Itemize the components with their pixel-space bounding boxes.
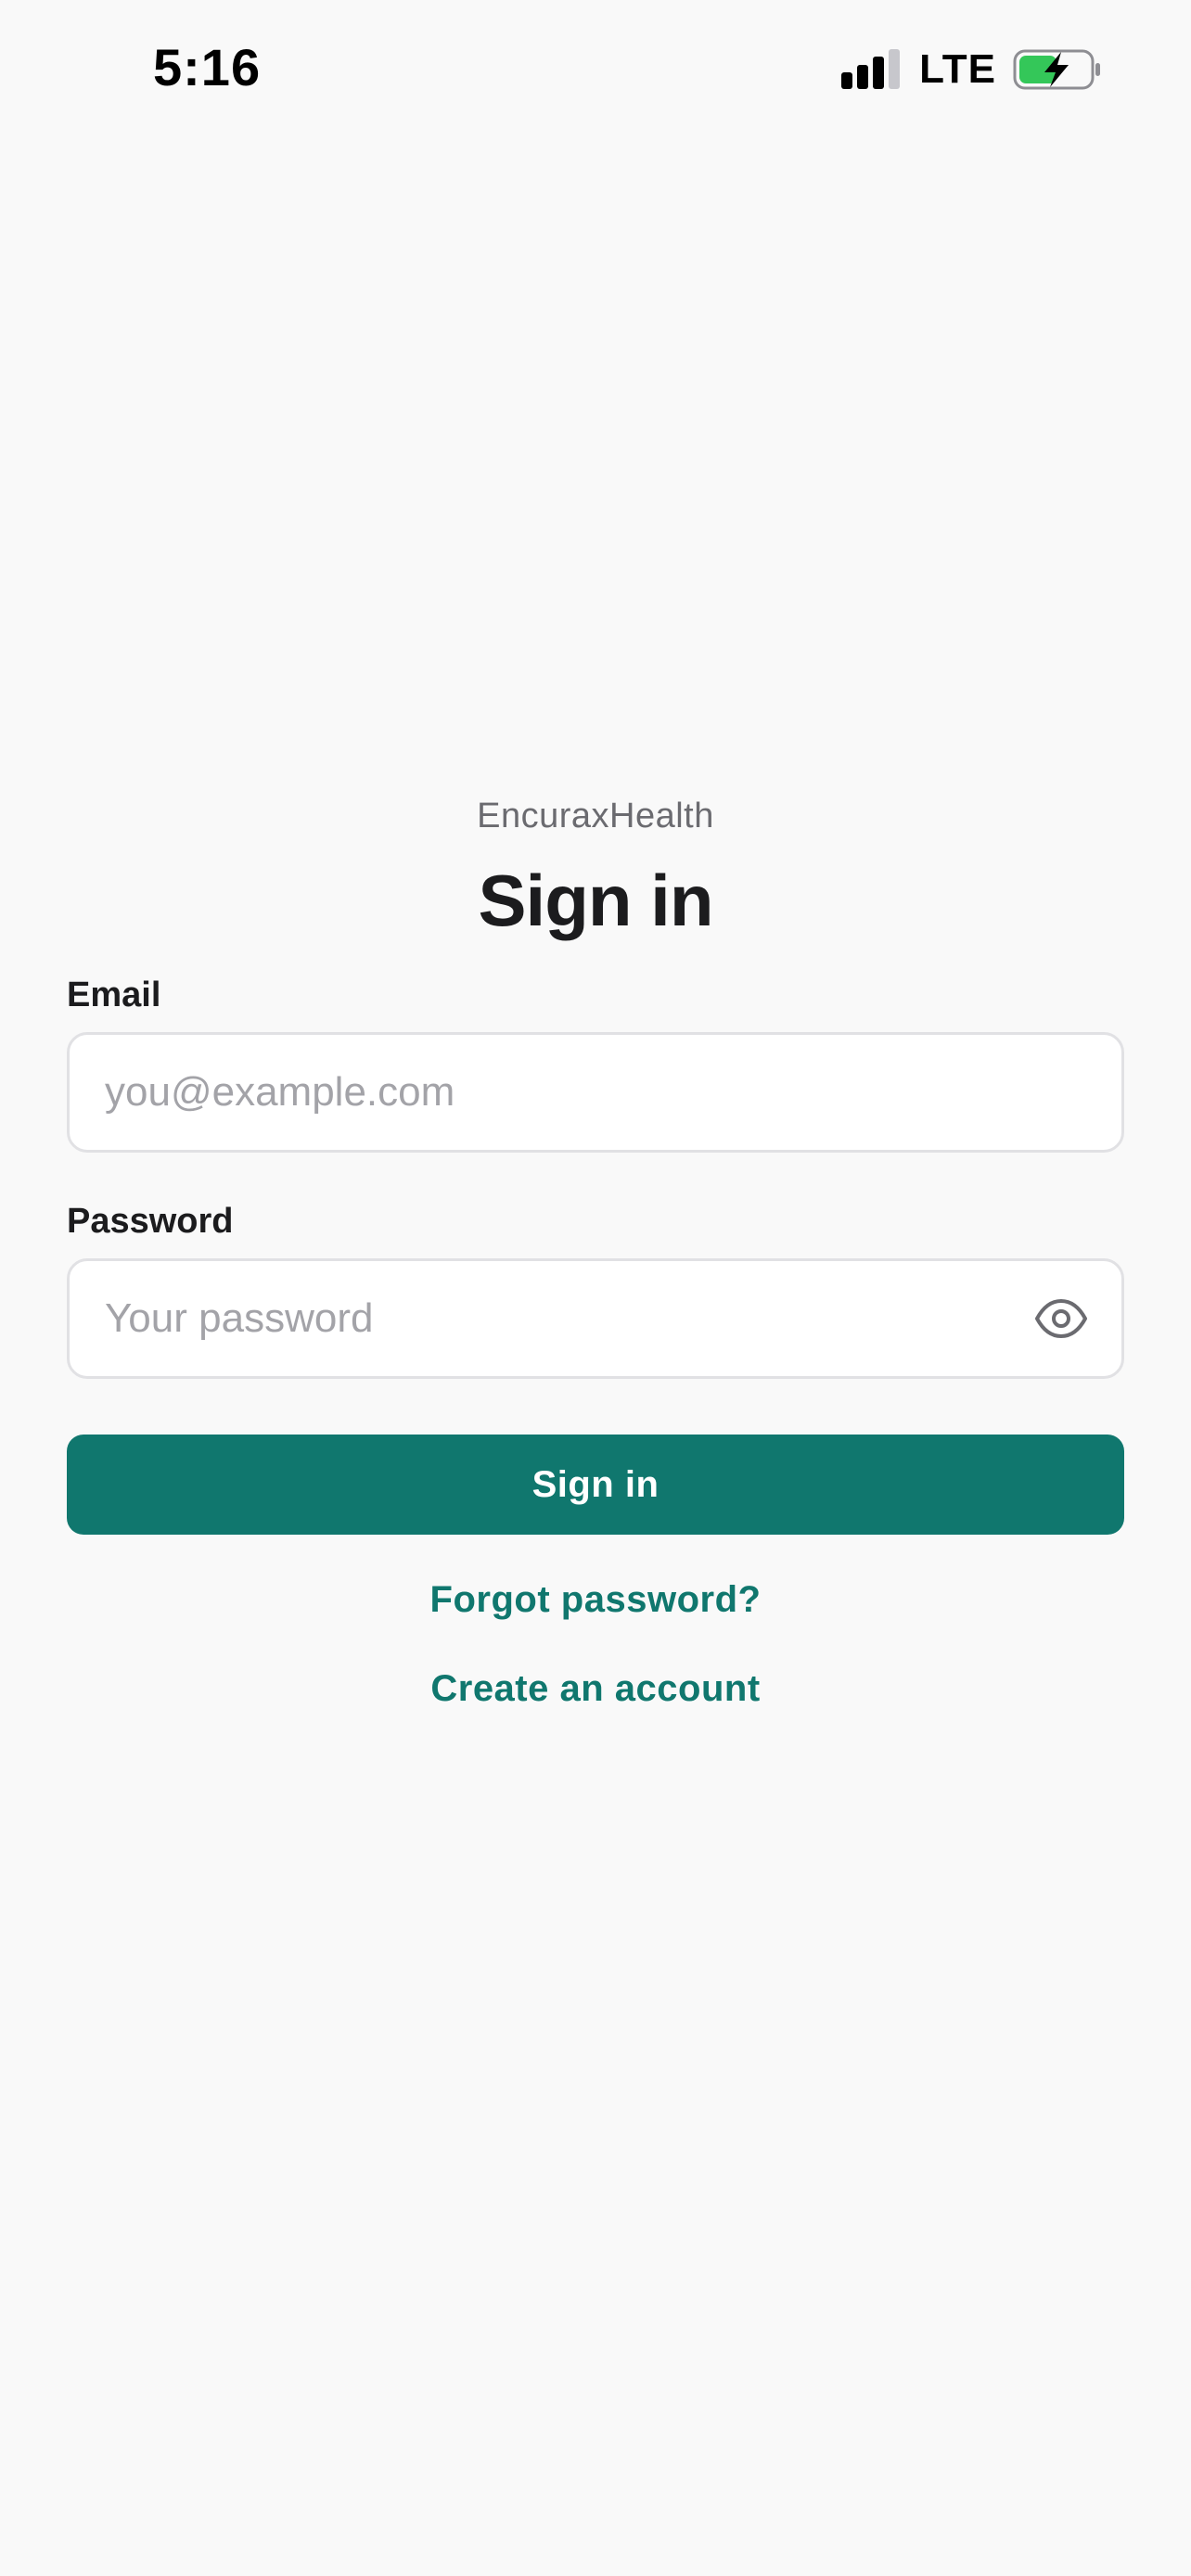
battery-charging-icon	[1013, 49, 1100, 90]
create-account-link[interactable]: Create an account	[67, 1664, 1124, 1713]
status-indicators: LTE	[839, 46, 1102, 93]
network-type: LTE	[919, 46, 996, 92]
status-bar: 5:16 LTE	[0, 0, 1191, 139]
email-input[interactable]	[70, 1035, 997, 1150]
brand-name: EncuraxHealth	[477, 797, 714, 835]
sign-in-button[interactable]: Sign in	[67, 1435, 1124, 1535]
password-label: Password	[67, 1202, 234, 1241]
email-field-wrapper	[67, 1032, 1124, 1153]
sign-in-form-container: EncuraxHealth Sign in Email Password Sig…	[67, 793, 1124, 1713]
email-label: Email	[67, 976, 161, 1014]
password-field-wrapper	[67, 1258, 1124, 1379]
page-title: Sign in	[478, 860, 714, 941]
signal-bars-icon	[841, 49, 901, 89]
status-time: 5:16	[153, 38, 262, 96]
forgot-password-link[interactable]: Forgot password?	[67, 1575, 1124, 1624]
password-input[interactable]	[70, 1261, 997, 1376]
eye-icon[interactable]	[1034, 1296, 1088, 1341]
